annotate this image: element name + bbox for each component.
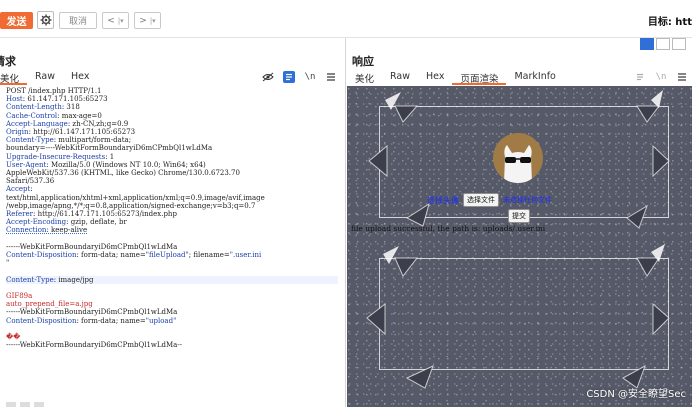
cat-avatar-icon [504,145,532,183]
request-line: Upgrade-Insecure-Requests: 1 [6,152,115,161]
response-tab-raw[interactable]: Raw [382,69,418,85]
response-title: 响应 [352,55,374,68]
request-line: Content-Disposition: form-data; name="fi… [6,251,262,260]
request-line: Content-Type: image/jpg [6,275,338,284]
split-vertical-icon[interactable] [656,38,670,50]
target-label: 目标: htt [647,17,692,28]
wrap-lines-icon[interactable] [634,71,646,83]
wrap-lines-icon[interactable] [283,71,295,83]
request-line: Content-Type: multipart/form-data; [6,136,132,145]
chevron-right-icon: > [139,15,147,26]
request-line [6,267,338,275]
request-tab-pretty[interactable]: 美化 [0,69,28,85]
request-line: ------WebKitFormBoundaryiD6mCPmbQl1wLdMa [6,242,178,251]
choose-avatar-link[interactable]: 选择头像 [427,195,459,206]
menu-icon[interactable] [676,71,688,83]
response-pane: 响应 美化 Raw Hex 页面渲染 MarkInfo \n 选择头像 选择文件… [347,38,692,407]
request-tabs: 美化 Raw Hex [0,69,97,85]
cancel-button[interactable]: 取消 [59,12,97,29]
no-file-chosen-text: 未选择任何文件 [503,196,552,204]
watermark: CSDN @安全瞭望Sec [586,389,686,400]
request-line: �� [6,333,21,342]
request-line: GIF89a [6,292,33,301]
newline-icon[interactable]: \n [304,71,316,83]
request-line: /webp,image/apng,*/*;q=0.8,application/s… [6,201,256,210]
request-line: Accept-Encoding: gzip, deflate, br [6,218,127,227]
response-tab-markinfo[interactable]: MarkInfo [506,69,563,85]
request-title: 请求 [0,55,16,68]
request-tab-hex[interactable]: Hex [63,69,97,85]
request-footer [6,402,66,407]
request-line: Connection: keep-alive [6,226,88,235]
request-line: boundary=----WebKitFormBoundaryiD6mCPmbQ… [6,144,213,153]
request-line: ------WebKitFormBoundaryiD6mCPmbQl1wLdMa… [6,341,183,350]
back-button[interactable]: < |▾ [102,12,129,29]
split-horizontal-icon[interactable] [640,38,654,50]
single-pane-icon[interactable] [672,38,686,50]
menu-icon[interactable] [325,71,337,83]
settings-button[interactable] [37,11,54,29]
request-line: User-Agent: Mozilla/5.0 (Windows NT 10.0… [6,160,206,169]
newline-icon[interactable]: \n [655,71,667,83]
request-line: Cache-Control: max-age=0 [6,111,102,120]
request-tab-raw[interactable]: Raw [27,69,63,85]
send-button[interactable]: 发送 [0,12,33,29]
request-line: Host: 61.147.171.105:65273 [6,95,108,104]
forward-button[interactable]: > |▾ [134,12,161,29]
request-pane: 请求 美化 Raw Hex \n POST /index.php HTTP/1.… [0,38,346,407]
request-line: Origin: http://61.147.171.105:65273 [6,128,136,137]
request-editor[interactable]: POST /index.php HTTP/1.1 Host: 61.147.171… [6,87,338,349]
request-line: Accept: [6,185,33,194]
hide-icon[interactable] [262,71,274,83]
response-tab-hex[interactable]: Hex [418,69,452,85]
rendered-page: 选择头像 选择文件 未选择任何文件 提交 file upload success… [347,86,692,407]
request-line: text/html,application/xhtml+xml,applicat… [6,193,265,202]
gear-icon [40,14,51,26]
submit-button[interactable]: 提交 [508,209,530,223]
layout-toggle [640,38,688,52]
request-line: Safari/537.36 [6,177,55,186]
request-line: Accept-Language: zh-CN,zh;q=0.9 [6,119,129,128]
request-line: ------WebKitFormBoundaryiD6mCPmbQl1wLdMa [6,308,178,317]
upload-form-row: 选择头像 选择文件 未选择任何文件 [427,193,552,207]
request-tools: \n [262,71,337,83]
response-tab-pretty[interactable]: 美化 [347,69,382,85]
request-line [6,325,338,333]
top-toolbar: 发送 取消 < |▾ > |▾ 目标: htt [0,0,692,38]
request-line: AppleWebKit/537.36 (KHTML, like Gecko) C… [6,169,240,178]
request-line: POST /index.php HTTP/1.1 [6,87,102,95]
dropdown-icon: |▾ [117,16,124,25]
request-line: Referer: http://61.147.171.105:65273/ind… [6,210,177,219]
response-tab-render[interactable]: 页面渲染 [452,69,507,85]
request-line [6,235,338,243]
request-line: " [6,259,10,268]
response-tools: \n [634,71,688,83]
chevron-left-icon: < [107,15,115,26]
request-line [6,284,338,292]
response-tabs: 美化 Raw Hex 页面渲染 MarkInfo [347,69,564,85]
upload-result-message: file upload successful, the path is: upl… [351,224,546,233]
avatar [493,133,543,183]
choose-file-button[interactable]: 选择文件 [463,193,499,207]
request-line: auto_prepend_file=a.jpg [6,300,93,309]
request-line: Content-Disposition: form-data; name="up… [6,316,177,325]
request-line: Content-Length: 318 [6,103,80,112]
dropdown-icon: |▾ [149,16,156,25]
